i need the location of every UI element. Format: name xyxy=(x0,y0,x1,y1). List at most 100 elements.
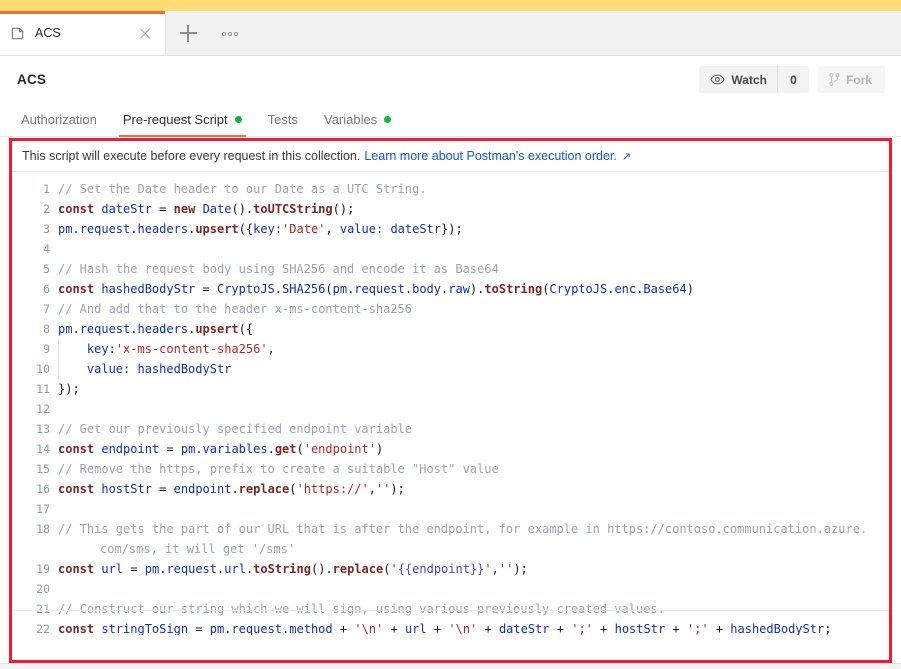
status-dot-icon xyxy=(235,116,242,123)
external-link-icon: ↗ xyxy=(622,150,631,163)
fork-button[interactable]: Fork xyxy=(818,66,885,93)
learn-more-link[interactable]: Learn more about Postman's execution ord… xyxy=(364,149,617,163)
code-text[interactable]: // This gets the part of our URL that is… xyxy=(58,519,889,559)
line-number: 10 xyxy=(12,359,58,379)
line-number: 6 xyxy=(12,279,58,299)
line-number: 2 xyxy=(12,199,58,219)
watch-count[interactable]: 0 xyxy=(778,66,809,93)
code-line[interactable]: 17 xyxy=(12,499,889,519)
code-text[interactable]: // And add that to the header x-ms-conte… xyxy=(58,299,889,319)
code-text[interactable]: // Hash the request body using SHA256 an… xyxy=(58,259,889,279)
tab-label: Pre-request Script xyxy=(123,112,228,127)
editor-divider xyxy=(12,610,889,611)
code-line[interactable]: 18 // This gets the part of our URL that… xyxy=(12,519,889,559)
watch-group: Watch 0 xyxy=(699,66,809,93)
tab-acs[interactable]: ACS xyxy=(0,11,166,55)
code-text[interactable]: value: hashedBodyStr xyxy=(58,359,889,379)
info-banner-text: This script will execute before every re… xyxy=(22,149,360,163)
ellipsis-icon xyxy=(234,32,237,35)
close-icon[interactable] xyxy=(137,25,153,41)
code-text[interactable]: const dateStr = new Date().toUTCString()… xyxy=(58,199,889,219)
code-wrap-part1: // This gets the part of our URL that is… xyxy=(58,522,867,536)
code-text[interactable]: // Get our previously specified endpoint… xyxy=(58,419,889,439)
code-line[interactable]: 2 const dateStr = new Date().toUTCString… xyxy=(12,199,889,219)
line-number: 12 xyxy=(12,399,58,419)
line-number: 7 xyxy=(12,299,58,319)
tab-options-button[interactable] xyxy=(210,11,250,55)
line-number: 11 xyxy=(12,379,58,399)
code-line[interactable]: 11 }); xyxy=(12,379,889,399)
line-number: 4 xyxy=(12,239,58,259)
code-line[interactable]: 20 xyxy=(12,579,889,599)
top-banner-strip xyxy=(0,0,901,11)
code-text[interactable]: }); xyxy=(58,379,889,399)
code-line[interactable]: 15 // Remove the https, prefix to create… xyxy=(12,459,889,479)
tab-label: Tests xyxy=(268,112,298,127)
tab-pre-request-script[interactable]: Pre-request Script xyxy=(110,103,255,136)
ellipsis-icon xyxy=(228,32,231,35)
code-line[interactable]: 5 // Hash the request body using SHA256 … xyxy=(12,259,889,279)
code-line[interactable]: 9 key:'x-ms-content-sha256', xyxy=(12,339,889,359)
tab-label: ACS xyxy=(35,26,128,40)
line-number: 18 xyxy=(12,519,58,539)
code-text[interactable]: const url = pm.request.url.toString().re… xyxy=(58,559,889,579)
page-title: ACS xyxy=(17,72,46,87)
line-number: 20 xyxy=(12,579,58,599)
postman-window: ACS ACS Watch 0 xyxy=(0,0,901,669)
line-number: 5 xyxy=(12,259,58,279)
code-text[interactable]: const hashedBodyStr = CryptoJS.SHA256(pm… xyxy=(58,279,889,299)
header-actions: Watch 0 Fork xyxy=(699,66,885,93)
fork-label: Fork xyxy=(846,73,872,87)
editor-scroll-area[interactable]: 1 // Set the Date header to our Date as … xyxy=(12,173,889,635)
plus-icon xyxy=(180,25,197,42)
code-text[interactable]: // Remove the https, prefix to create a … xyxy=(58,459,889,479)
tab-variables[interactable]: Variables xyxy=(311,103,404,136)
collection-icon xyxy=(11,26,26,41)
line-number: 17 xyxy=(12,499,58,519)
code-line[interactable]: 16 const hostStr = endpoint.replace('htt… xyxy=(12,479,889,499)
code-line[interactable]: 4 xyxy=(12,239,889,259)
script-editor[interactable]: 1 // Set the Date header to our Date as … xyxy=(12,173,889,635)
line-number: 19 xyxy=(12,559,58,579)
tab-tests[interactable]: Tests xyxy=(255,103,311,136)
code-text[interactable]: pm.request.headers.upsert({key:'Date', v… xyxy=(58,219,889,239)
code-text[interactable]: // Construct our string which we will si… xyxy=(58,599,889,619)
code-line[interactable]: 12 xyxy=(12,399,889,419)
watch-button[interactable]: Watch xyxy=(699,66,778,93)
line-number: 14 xyxy=(12,439,58,459)
fork-icon xyxy=(829,73,840,86)
line-number: 21 xyxy=(12,599,58,619)
code-text[interactable]: const stringToSign = pm.request.method +… xyxy=(58,619,889,635)
code-line[interactable]: 8 pm.request.headers.upsert({ xyxy=(12,319,889,339)
line-number: 9 xyxy=(12,339,58,359)
code-text[interactable]: const endpoint = pm.variables.get('endpo… xyxy=(58,439,889,459)
code-line[interactable]: 6 const hashedBodyStr = CryptoJS.SHA256(… xyxy=(12,279,889,299)
new-tab-button[interactable] xyxy=(166,11,210,55)
code-line[interactable]: 7 // And add that to the header x-ms-con… xyxy=(12,299,889,319)
code-line[interactable]: 21 // Construct our string which we will… xyxy=(12,599,889,619)
tab-authorization[interactable]: Authorization xyxy=(8,103,110,136)
line-number: 3 xyxy=(12,219,58,239)
annotation-highlight-box: This script will execute before every re… xyxy=(9,138,892,663)
line-number: 13 xyxy=(12,419,58,439)
code-line[interactable]: 19 const url = pm.request.url.toString()… xyxy=(12,559,889,579)
line-number: 15 xyxy=(12,459,58,479)
code-line[interactable]: 13 // Get our previously specified endpo… xyxy=(12,419,889,439)
code-line[interactable]: 3 pm.request.headers.upsert({key:'Date',… xyxy=(12,219,889,239)
code-text[interactable]: pm.request.headers.upsert({ xyxy=(58,319,889,339)
line-number: 1 xyxy=(12,179,58,199)
code-line[interactable]: 14 const endpoint = pm.variables.get('en… xyxy=(12,439,889,459)
collection-tabs: Authorization Pre-request Script Tests V… xyxy=(0,103,901,137)
eye-icon xyxy=(710,74,725,85)
code-line[interactable]: 22 const stringToSign = pm.request.metho… xyxy=(12,619,889,635)
code-text[interactable]: key:'x-ms-content-sha256', xyxy=(58,339,889,359)
ellipsis-icon xyxy=(222,32,225,35)
code-text[interactable]: const hostStr = endpoint.replace('https:… xyxy=(58,479,889,499)
code-wrap-part2: com/sms, it will get '/sms' xyxy=(58,539,879,559)
code-text[interactable]: // Set the Date header to our Date as a … xyxy=(58,179,889,199)
collection-header: ACS Watch 0 xyxy=(0,56,901,103)
status-dot-icon xyxy=(384,116,391,123)
code-line[interactable]: 10 value: hashedBodyStr xyxy=(12,359,889,379)
window-footer xyxy=(0,663,901,669)
code-line[interactable]: 1 // Set the Date header to our Date as … xyxy=(12,179,889,199)
